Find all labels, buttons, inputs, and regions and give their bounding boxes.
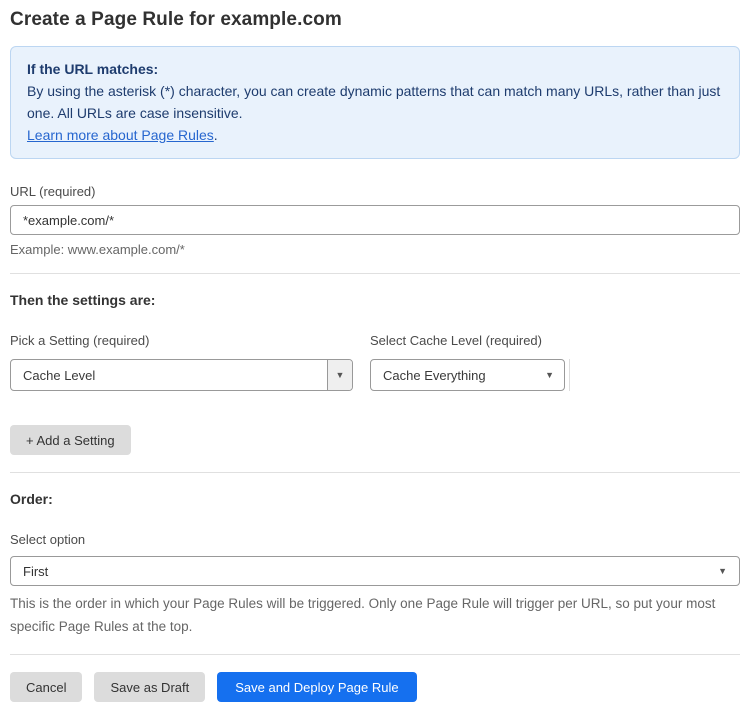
pick-setting-dropdown[interactable]: Cache Level ▼ xyxy=(10,359,353,391)
link-period: . xyxy=(213,127,218,143)
cache-level-dropdown[interactable]: Cache Everything ▼ xyxy=(370,359,565,391)
info-link-line: Learn more about Page Rules. xyxy=(27,124,723,146)
order-select[interactable]: First ▼ xyxy=(10,556,740,586)
settings-labels-row: Pick a Setting (required) Select Cache L… xyxy=(10,333,740,354)
chevron-down-icon: ▼ xyxy=(335,369,345,380)
url-input[interactable] xyxy=(10,205,740,235)
add-setting-button[interactable]: + Add a Setting xyxy=(10,425,131,455)
setting-separator xyxy=(569,359,570,391)
order-select-label: Select option xyxy=(10,532,86,547)
settings-heading: Then the settings are: xyxy=(10,292,156,308)
order-helper-text: This is the order in which your Page Rul… xyxy=(10,596,716,634)
settings-dropdown-row: Cache Level ▼ Cache Everything ▼ xyxy=(10,359,740,391)
dropdown-arrow-cell[interactable]: ▼ xyxy=(327,360,352,390)
page-rule-form: Create a Page Rule for example.com If th… xyxy=(0,0,750,712)
pick-setting-value: Cache Level xyxy=(23,367,96,383)
divider xyxy=(10,472,740,473)
chevron-down-icon: ▼ xyxy=(545,369,554,380)
url-example-helper: Example: www.example.com/* xyxy=(10,242,185,257)
save-deploy-button[interactable]: Save and Deploy Page Rule xyxy=(217,672,417,702)
form-actions: Cancel Save as Draft Save and Deploy Pag… xyxy=(10,672,740,702)
learn-more-link[interactable]: Learn more about Page Rules xyxy=(27,127,214,143)
order-heading: Order: xyxy=(10,491,53,507)
cancel-button[interactable]: Cancel xyxy=(10,672,83,702)
divider xyxy=(10,654,740,655)
url-field-label: URL (required) xyxy=(10,184,96,199)
cache-level-value: Cache Everything xyxy=(383,367,486,383)
cache-level-label: Select Cache Level (required) xyxy=(370,333,542,348)
url-matches-info-box: If the URL matches: By using the asteris… xyxy=(10,46,740,159)
order-select-value: First xyxy=(23,563,49,579)
page-title: Create a Page Rule for example.com xyxy=(10,9,342,30)
divider xyxy=(10,273,740,274)
save-draft-button[interactable]: Save as Draft xyxy=(94,672,206,702)
pick-setting-label: Pick a Setting (required) xyxy=(10,333,150,348)
info-box-heading: If the URL matches: xyxy=(27,61,159,77)
info-box-body: By using the asterisk (*) character, you… xyxy=(27,83,721,121)
chevron-down-icon: ▼ xyxy=(718,565,727,576)
